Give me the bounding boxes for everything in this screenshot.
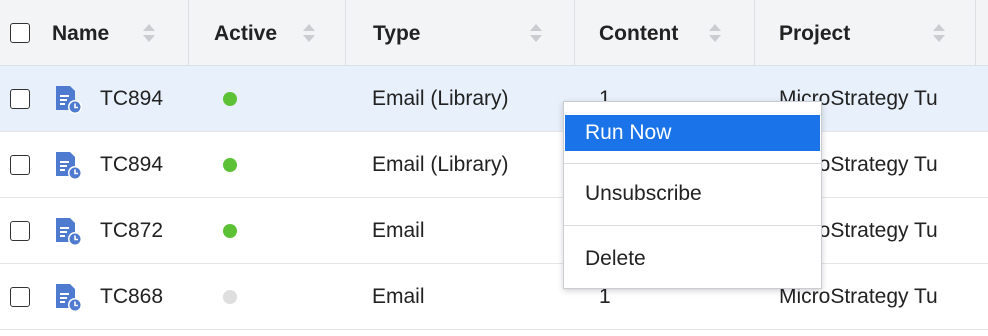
table-row[interactable]: TC894 Email (Library) 1 MicroStrategy Tu	[0, 66, 988, 132]
row-checkbox[interactable]	[10, 155, 30, 175]
scheduled-document-icon	[56, 86, 82, 114]
row-checkbox[interactable]	[10, 287, 30, 307]
sort-icon[interactable]	[709, 24, 721, 44]
active-status-dot	[223, 224, 237, 238]
row-type: Email (Library)	[372, 87, 509, 110]
row-type: Email (Library)	[372, 153, 509, 176]
column-header-active[interactable]: Active	[189, 0, 346, 66]
sort-icon[interactable]	[143, 24, 155, 44]
menu-divider	[564, 163, 821, 164]
column-header-content[interactable]: Content	[575, 0, 755, 66]
column-header-label: Type	[373, 22, 421, 45]
active-status-dot	[223, 158, 237, 172]
row-name[interactable]: TC872	[100, 219, 172, 243]
menu-divider	[564, 225, 821, 226]
table-row[interactable]: TC872 Email MicroStrategy Tu	[0, 198, 988, 264]
row-checkbox[interactable]	[10, 221, 30, 241]
column-header-label: Name	[52, 22, 110, 45]
column-header-label: Project	[779, 22, 851, 45]
row-name[interactable]: TC894	[100, 153, 172, 177]
active-status-dot	[223, 92, 237, 106]
scheduled-document-icon	[56, 284, 82, 312]
context-menu: Run Now Unsubscribe Delete	[563, 101, 822, 289]
column-header-project[interactable]: Project	[755, 0, 976, 66]
menu-item-unsubscribe[interactable]: Unsubscribe	[565, 176, 820, 212]
row-type: Email	[372, 285, 425, 308]
column-header-label: Content	[599, 22, 679, 45]
column-header-label: Active	[214, 22, 278, 45]
table-row[interactable]: TC868 Email 1 MicroStrategy Tu	[0, 264, 988, 330]
sort-icon[interactable]	[530, 24, 542, 44]
column-header-type[interactable]: Type	[346, 0, 575, 66]
scheduled-document-icon	[56, 218, 82, 246]
table-row[interactable]: TC894 Email (Library) MicroStrategy Tu	[0, 132, 988, 198]
grid-header: Name Active Type Content Project	[0, 0, 988, 66]
column-header-name[interactable]: Name	[0, 0, 189, 66]
row-checkbox[interactable]	[10, 89, 30, 109]
menu-item-run-now[interactable]: Run Now	[565, 115, 820, 151]
row-type: Email	[372, 219, 425, 242]
scheduled-document-icon	[56, 152, 82, 180]
sort-icon[interactable]	[933, 24, 945, 44]
row-name[interactable]: TC894	[100, 87, 172, 111]
sort-icon[interactable]	[303, 24, 315, 44]
row-name[interactable]: TC868	[100, 285, 172, 309]
inactive-status-dot	[223, 290, 237, 304]
menu-item-delete[interactable]: Delete	[565, 241, 820, 277]
